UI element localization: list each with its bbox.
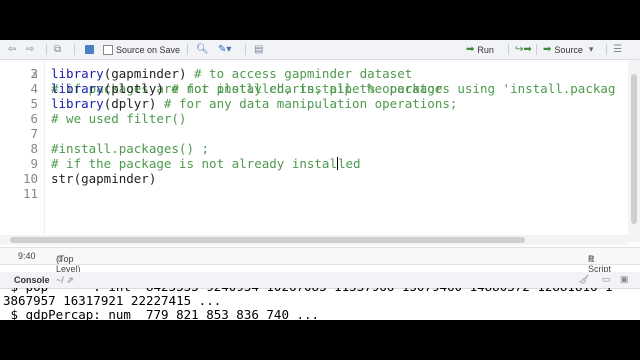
run-label: Run: [477, 44, 494, 55]
maximize-pane-icon[interactable]: ▣: [620, 274, 629, 285]
code-token: led: [337, 156, 361, 171]
code-token: (plotly): [103, 81, 172, 96]
code-line[interactable]: 3 library(gapminder) # to access gapminde…: [0, 66, 628, 81]
minimize-pane-icon[interactable]: ▭: [602, 274, 611, 285]
editor-toolbar: ⇦ ⇨ ⧉ Source on Save 🔍︎ ✎▾ ▤ ➡ Run ↪➡ ➡ …: [0, 40, 640, 60]
code-token: #install.packages() ;: [51, 141, 210, 156]
line-number: 9: [30, 156, 38, 171]
show-in-window-icon[interactable]: ⧉: [54, 43, 61, 56]
console-path-text: ~/: [56, 275, 64, 285]
rerun-button[interactable]: ↪➡: [515, 43, 532, 56]
code-token: (gapminder): [103, 66, 194, 81]
code-tools-wand-icon[interactable]: ✎▾: [218, 43, 231, 56]
code-line[interactable]: 11: [0, 186, 628, 201]
line-number: 8: [30, 141, 38, 156]
run-button[interactable]: ➡ Run: [466, 43, 494, 56]
editor-vertical-scrollbar[interactable]: [628, 60, 640, 242]
chevron-down-icon[interactable]: ▾: [589, 44, 594, 55]
code-token: str(gapminder): [51, 171, 157, 186]
cursor-position: 9:40: [18, 251, 36, 261]
open-dir-icon: ⇗: [66, 275, 74, 285]
rstudio-window: ⇦ ⇨ ⧉ Source on Save 🔍︎ ✎▾ ▤ ➡ Run ↪➡ ➡ …: [0, 40, 640, 320]
line-number: 7: [30, 126, 38, 141]
source-label: Source: [554, 44, 583, 55]
line-number: 3: [30, 66, 38, 81]
scroll-thumb[interactable]: [631, 74, 637, 224]
source-on-save-label: Source on Save: [116, 44, 181, 55]
console-title[interactable]: Console: [14, 275, 50, 285]
line-number: 6: [30, 111, 38, 126]
code-text: str(gapminder): [51, 171, 156, 186]
code-editor[interactable]: 2 # if packages are not installed, insta…: [0, 60, 628, 234]
code-token: library: [51, 96, 104, 111]
source-arrow-icon: ➡: [543, 44, 552, 55]
code-text: # if the package is not already installe…: [51, 156, 361, 171]
console-line: 3867957 16317921 22227415 ...: [3, 293, 222, 308]
code-token: library: [51, 81, 104, 96]
updown-icon: ⇕: [588, 254, 596, 264]
console-line: $ gdpPercap: num 779 821 853 836 740 ...: [3, 307, 320, 321]
code-line[interactable]: 6 # we used filter(): [0, 111, 628, 126]
source-button[interactable]: ➡ Source ▾: [543, 43, 593, 56]
console-path[interactable]: ~/ ⇗: [56, 275, 74, 286]
back-arrow-icon[interactable]: ⇦: [8, 43, 16, 56]
console-header: Console ~/ ⇗ 🧹︎ ▭ ▣: [0, 272, 640, 289]
code-line[interactable]: 9 # if the package is not already install…: [0, 156, 628, 171]
checkbox-box[interactable]: [103, 44, 113, 55]
code-line[interactable]: 4 library(plotly) # for plotly charts, pi…: [0, 81, 628, 96]
code-token: # if the package is not already instal: [51, 156, 337, 171]
code-text: library(gapminder) # to access gapminder…: [51, 66, 412, 81]
save-icon[interactable]: [85, 43, 94, 56]
editor-horizontal-scrollbar[interactable]: [0, 235, 628, 245]
console-output[interactable]: $ pop : int 8425333 9240934 10267083 115…: [0, 288, 640, 320]
code-text: #install.packages() ;: [51, 141, 209, 156]
outline-icon[interactable]: ☰: [613, 43, 622, 56]
code-text: library(dplyr) # for any data manipulati…: [51, 96, 457, 111]
code-line[interactable]: 7: [0, 126, 628, 141]
code-token: library: [51, 66, 104, 81]
line-number: 5: [30, 96, 38, 111]
code-text: library(plotly) # for plotly charts, pip…: [51, 81, 442, 96]
line-number: 11: [22, 186, 38, 201]
editor-status-bar: 9:40 (Top Level) ⇕ R Script ⇕: [0, 247, 640, 274]
clear-console-icon[interactable]: 🧹︎: [578, 274, 589, 285]
search-icon[interactable]: 🔍︎: [196, 43, 209, 56]
run-arrow-icon: ➡: [466, 44, 475, 55]
forward-arrow-icon[interactable]: ⇨: [26, 43, 34, 56]
updown-icon: ⇕: [56, 254, 64, 264]
code-token: # to access gapminder dataset: [194, 66, 413, 81]
source-on-save-checkbox[interactable]: Source on Save: [103, 43, 180, 56]
line-number: 10: [22, 171, 38, 186]
code-token: (dplyr): [103, 96, 164, 111]
code-token: # for plotly charts, pipe % operator: [171, 81, 443, 96]
line-number: 4: [30, 81, 38, 96]
compile-report-icon[interactable]: ▤: [254, 43, 263, 56]
code-token: # for any data manipulation operations;: [163, 96, 458, 111]
rerun-icon: ↪➡: [515, 44, 532, 55]
code-token: # we used filter(): [51, 111, 187, 126]
code-text: # we used filter(): [51, 111, 186, 126]
code-line[interactable]: 10 str(gapminder): [0, 171, 628, 186]
scroll-thumb[interactable]: [10, 237, 525, 243]
code-line[interactable]: 5 library(dplyr) # for any data manipulat…: [0, 96, 628, 111]
code-line[interactable]: 8 #install.packages() ;: [0, 141, 628, 156]
